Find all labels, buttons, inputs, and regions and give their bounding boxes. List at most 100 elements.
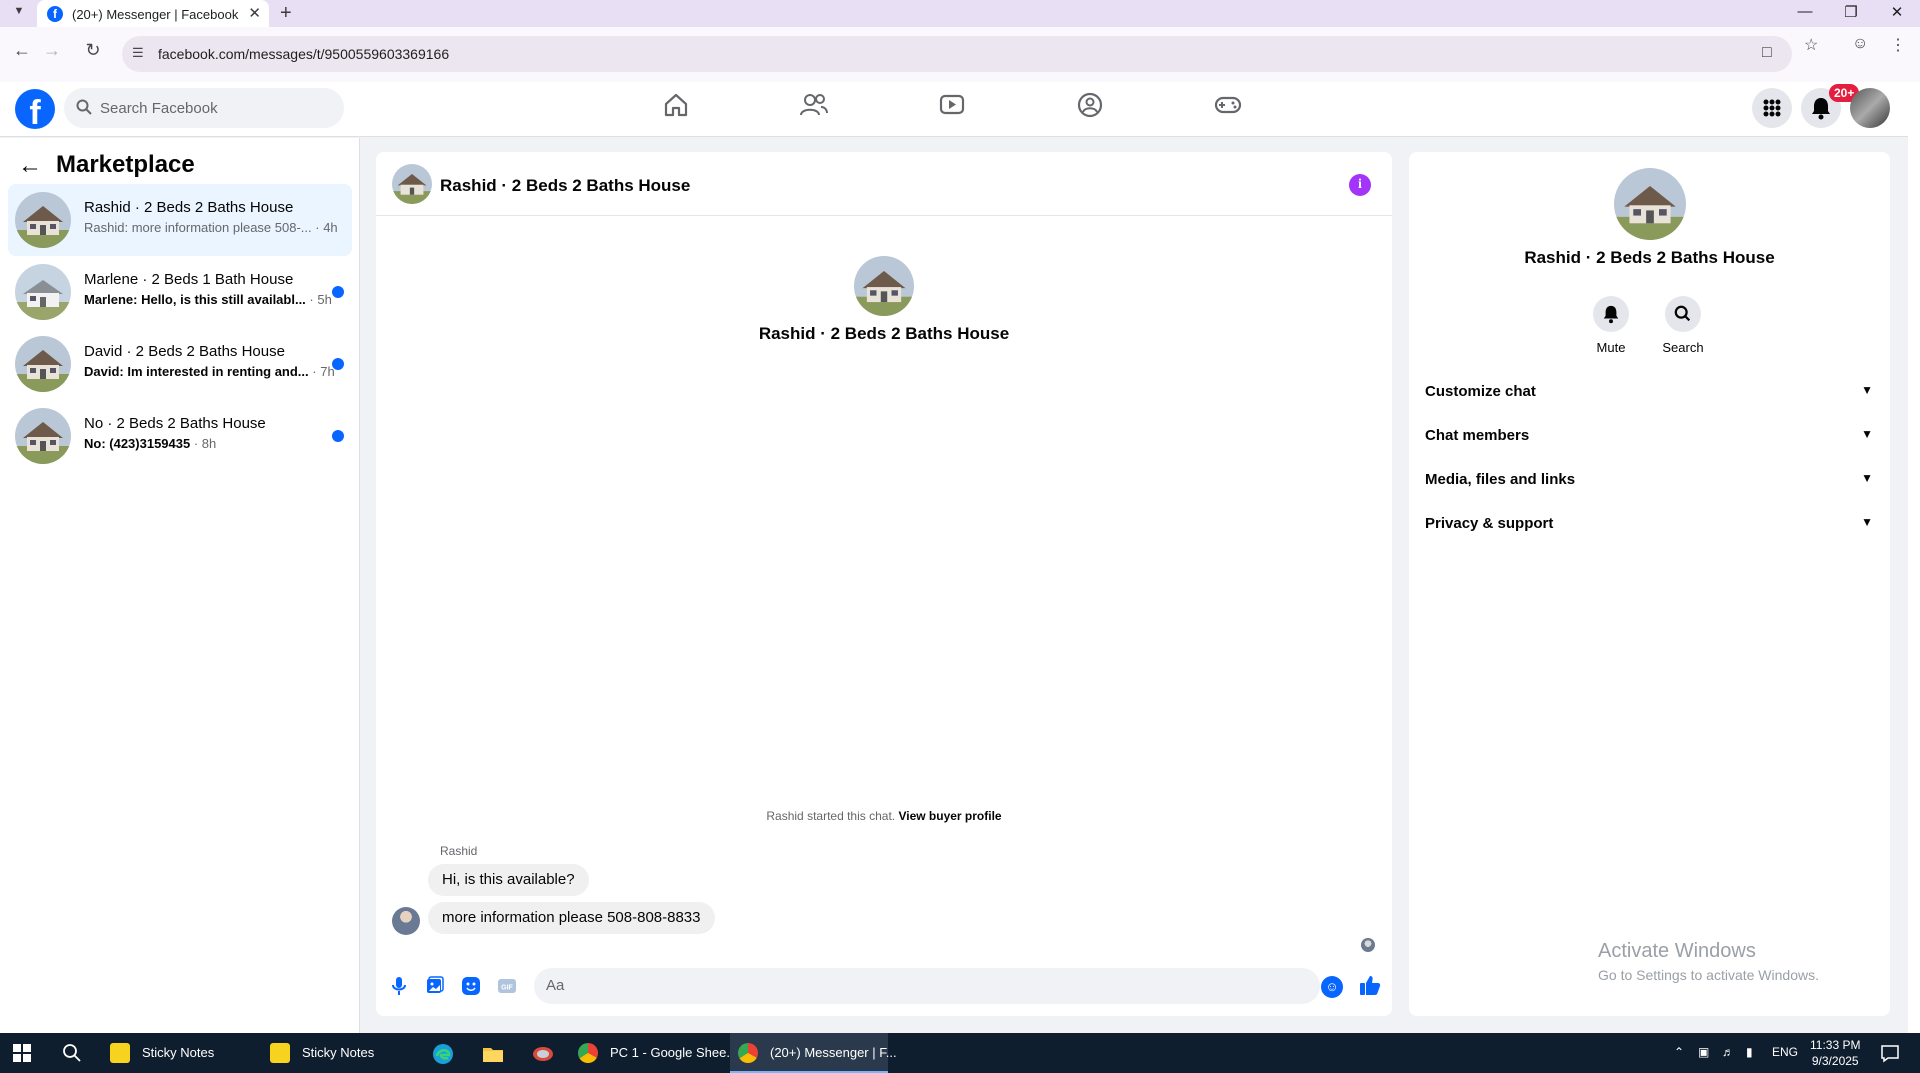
url-field[interactable]: ☰ facebook.com/messages/t/95005596033691… <box>122 36 1792 72</box>
tab-search-dropdown-icon[interactable]: ▼ <box>8 5 30 23</box>
conversation-time: · 7h <box>312 364 335 379</box>
window-close-icon[interactable]: ✕ <box>1882 3 1912 21</box>
reload-icon[interactable]: ↻ <box>81 40 105 61</box>
gaming-icon[interactable] <box>1198 92 1258 128</box>
profile-icon[interactable]: ☺ <box>1852 35 1868 53</box>
chevron-down-icon: ▼ <box>1861 471 1873 485</box>
volume-icon[interactable]: ♬ <box>1722 1045 1734 1059</box>
section-label: Customize chat <box>1425 383 1536 400</box>
conversation-item[interactable]: Rashid · 2 Beds 2 Baths House Rashid: mo… <box>8 184 352 256</box>
browser-menu-icon[interactable]: ⋮ <box>1890 35 1906 55</box>
chat-title[interactable]: Rashid · 2 Beds 2 Baths House <box>440 176 690 196</box>
page-scrollbar[interactable] <box>1908 82 1920 1033</box>
taskbar-app-label: PC 1 - Google Shee... <box>610 1045 738 1060</box>
language-indicator[interactable]: ENG <box>1772 1045 1798 1059</box>
sender-avatar[interactable] <box>392 907 420 935</box>
clock-date: 9/3/2025 <box>1811 1054 1859 1068</box>
facebook-search[interactable]: Search Facebook <box>64 88 344 128</box>
message-input[interactable]: Aa <box>534 968 1320 1004</box>
section-privacy-support[interactable]: Privacy & support ▼ <box>1425 503 1873 547</box>
battery-icon[interactable]: ▮ <box>1746 1045 1753 1059</box>
site-info-icon[interactable]: ☰ <box>132 45 148 61</box>
message-bubble[interactable]: Hi, is this available? <box>428 864 589 896</box>
mute-button[interactable]: Mute <box>1581 296 1641 355</box>
groups-icon[interactable] <box>1060 92 1120 128</box>
conversation-item[interactable]: No · 2 Beds 2 Baths House No: (423)31594… <box>8 400 352 472</box>
taskbar-app-label: (20+) Messenger | F... <box>770 1045 897 1060</box>
restore-icon[interactable]: ❐ <box>1836 3 1866 21</box>
chevron-down-icon: ▼ <box>1861 383 1873 397</box>
conversation-item[interactable]: David · 2 Beds 2 Baths House David: Im i… <box>8 328 352 400</box>
activate-windows-watermark: Activate Windows Go to Settings to activ… <box>1598 940 1819 983</box>
forward-icon[interactable]: → <box>40 40 64 61</box>
friends-icon[interactable] <box>784 92 844 128</box>
bell-icon <box>1593 296 1629 332</box>
mute-label: Mute <box>1596 340 1626 355</box>
message-bubble[interactable]: more information please 508-808-8833 <box>428 902 715 934</box>
watermark-line2: Go to Settings to activate Windows. <box>1598 967 1819 983</box>
conversation-time: · 8h <box>193 436 217 451</box>
menu-grid-icon[interactable] <box>1752 88 1792 128</box>
sticker-icon[interactable] <box>460 976 482 998</box>
facebook-favicon-icon: f <box>47 6 63 22</box>
video-icon[interactable] <box>922 92 982 128</box>
taskbar-search-icon[interactable] <box>62 1043 84 1065</box>
edge-icon[interactable] <box>432 1043 454 1065</box>
chat-pane: Rashid · 2 Beds 2 Baths House i Rashid ·… <box>376 152 1392 1016</box>
emoji-icon[interactable]: ☺ <box>1321 976 1343 998</box>
sticky-notes-icon <box>110 1043 130 1063</box>
bookmark-star-icon[interactable]: ☆ <box>1804 35 1818 55</box>
details-avatar[interactable] <box>1614 168 1686 240</box>
back-icon[interactable]: ← <box>10 40 34 61</box>
taskbar-app-google-sheets[interactable]: PC 1 - Google Shee... <box>570 1033 737 1073</box>
section-chat-members[interactable]: Chat members ▼ <box>1425 415 1873 459</box>
search-icon <box>1665 296 1701 332</box>
thumbs-up-icon[interactable] <box>1359 974 1381 1002</box>
tab-close-icon[interactable]: ✕ <box>248 4 261 22</box>
conversation-name: Marlene · 2 Beds 1 Bath House <box>84 271 294 288</box>
search-label: Search <box>1662 340 1704 355</box>
conversation-preview: Marlene: Hello, is this still availabl..… <box>84 292 332 307</box>
gif-icon[interactable]: GIF <box>496 976 518 998</box>
search-input[interactable]: Search Facebook <box>100 100 218 117</box>
conversation-item[interactable]: Marlene · 2 Beds 1 Bath House Marlene: H… <box>8 256 352 328</box>
house-thumbnail <box>15 192 71 248</box>
preview-text: Rashid: more information please 508-... <box>84 220 312 235</box>
action-center-icon[interactable] <box>1880 1043 1900 1066</box>
unread-dot <box>332 286 344 298</box>
section-customize-chat[interactable]: Customize chat ▼ <box>1425 371 1873 415</box>
minimize-icon[interactable]: — <box>1790 3 1820 20</box>
file-explorer-icon[interactable] <box>482 1043 504 1065</box>
view-buyer-profile-link[interactable]: View buyer profile <box>898 809 1001 823</box>
taskbar-app-sticky-notes[interactable]: Sticky Notes <box>262 1033 412 1073</box>
section-label: Media, files and links <box>1425 471 1576 488</box>
url-text[interactable]: facebook.com/messages/t/9500559603369166 <box>158 46 449 62</box>
chat-avatar[interactable] <box>392 164 432 204</box>
details-title: Rashid · 2 Beds 2 Baths House <box>1524 248 1775 267</box>
install-app-icon[interactable]: □ <box>1762 44 1772 62</box>
system-clock[interactable]: 11:33 PM 9/3/2025 <box>1810 1037 1860 1069</box>
back-arrow-icon[interactable]: ← <box>18 152 42 180</box>
network-icon[interactable]: ▣ <box>1698 1045 1709 1059</box>
tray-chevron-up-icon[interactable]: ⌃ <box>1674 1045 1684 1059</box>
facebook-header: f Search Facebook <box>0 82 1908 137</box>
new-tab-icon[interactable]: + <box>280 2 292 25</box>
taskbar-app-sticky-notes[interactable]: Sticky Notes <box>102 1033 254 1073</box>
facebook-logo-icon[interactable]: f <box>15 89 55 129</box>
conversation-name: Rashid · 2 Beds 2 Baths House <box>84 199 294 216</box>
browser-tab-messenger[interactable]: f (20+) Messenger | Facebook ✕ <box>37 0 269 27</box>
windows-start-icon[interactable] <box>12 1043 34 1065</box>
conversation-preview: No: (423)3159435 · 8h <box>84 436 216 451</box>
windows-taskbar: Sticky Notes Sticky Notes PC 1 - Google … <box>0 1033 1920 1073</box>
app-icon[interactable] <box>532 1043 554 1065</box>
section-media-files-links[interactable]: Media, files and links ▼ <box>1425 459 1873 503</box>
search-chat-button[interactable]: Search <box>1653 296 1713 355</box>
account-avatar[interactable] <box>1850 88 1890 128</box>
home-icon[interactable] <box>646 92 706 128</box>
message-input-placeholder[interactable]: Aa <box>546 977 564 994</box>
taskbar-app-messenger[interactable]: (20+) Messenger | F... <box>730 1033 897 1073</box>
photo-icon[interactable] <box>424 976 446 998</box>
section-label: Chat members <box>1425 427 1530 444</box>
microphone-icon[interactable] <box>388 976 410 998</box>
info-icon[interactable]: i <box>1349 174 1371 196</box>
